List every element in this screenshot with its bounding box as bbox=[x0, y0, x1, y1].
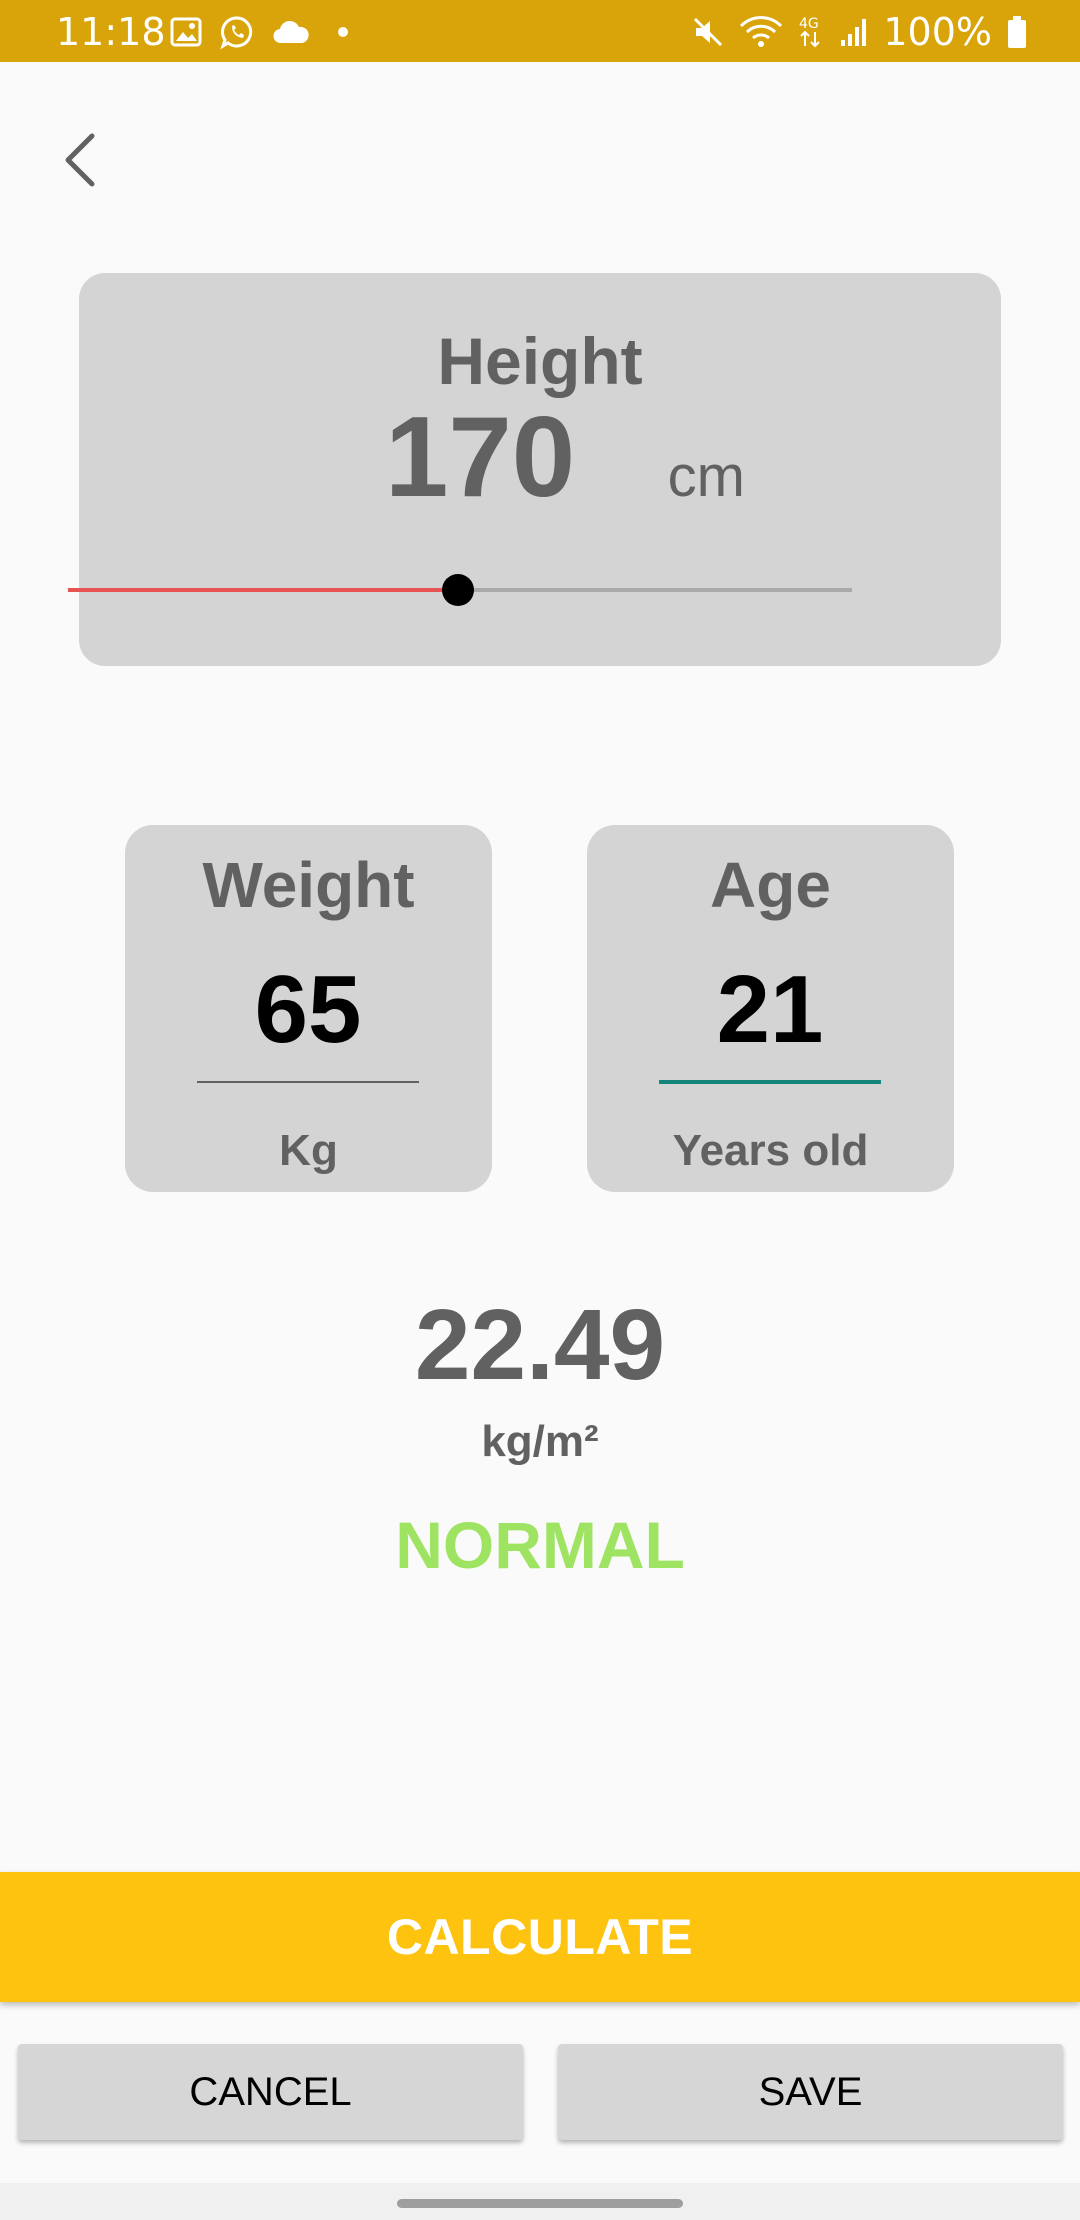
age-unit: Years old bbox=[672, 1126, 869, 1175]
bmi-value: 22.49 bbox=[414, 1289, 666, 1401]
bmi-status: NORMAL bbox=[395, 1508, 685, 1582]
height-slider[interactable] bbox=[68, 572, 934, 612]
wifi-icon bbox=[739, 15, 783, 49]
bmi-unit: kg/m² bbox=[481, 1417, 599, 1466]
svg-text:4G: 4G bbox=[799, 16, 819, 32]
status-system-icons: 4G 100% bbox=[691, 10, 1028, 54]
height-value: 170 bbox=[385, 394, 576, 521]
weight-label: Weight bbox=[202, 849, 415, 921]
weight-card: Weight 65 Kg bbox=[125, 825, 492, 1192]
home-indicator[interactable] bbox=[397, 2199, 683, 2208]
save-button[interactable]: SAVE bbox=[558, 2044, 1063, 2140]
age-input-underline bbox=[659, 1080, 881, 1084]
weight-input-underline bbox=[197, 1081, 419, 1083]
height-value-row: 170 cm bbox=[79, 393, 1001, 523]
network-4g-icon: 4G bbox=[797, 14, 825, 50]
gallery-icon bbox=[170, 17, 202, 47]
height-slider-thumb[interactable] bbox=[442, 574, 474, 606]
navigation-bar bbox=[0, 2183, 1080, 2220]
height-label: Height bbox=[437, 324, 643, 398]
weight-unit: Kg bbox=[279, 1126, 338, 1175]
chevron-left-icon bbox=[60, 130, 100, 190]
cloud-icon bbox=[272, 19, 310, 45]
age-card: Age 21 Years old bbox=[587, 825, 954, 1192]
height-unit: cm bbox=[667, 444, 745, 509]
dot-icon bbox=[328, 26, 358, 38]
mute-icon bbox=[691, 15, 725, 49]
age-label: Age bbox=[710, 849, 831, 921]
cancel-button[interactable]: CANCEL bbox=[18, 2044, 523, 2140]
battery-icon bbox=[1006, 15, 1028, 49]
status-notification-icons bbox=[170, 14, 358, 50]
calculate-button[interactable]: CALCULATE bbox=[0, 1872, 1080, 2002]
whatsapp-icon bbox=[220, 15, 254, 49]
status-time: 11:18 bbox=[56, 10, 166, 54]
back-button[interactable] bbox=[50, 120, 110, 200]
signal-icon bbox=[839, 16, 869, 48]
status-bar: 11:18 4G 100% bbox=[0, 0, 1080, 62]
battery-percentage: 100% bbox=[883, 10, 992, 54]
height-slider-fill bbox=[68, 588, 458, 592]
age-input[interactable]: 21 bbox=[659, 955, 881, 1065]
weight-input[interactable]: 65 bbox=[197, 955, 419, 1065]
